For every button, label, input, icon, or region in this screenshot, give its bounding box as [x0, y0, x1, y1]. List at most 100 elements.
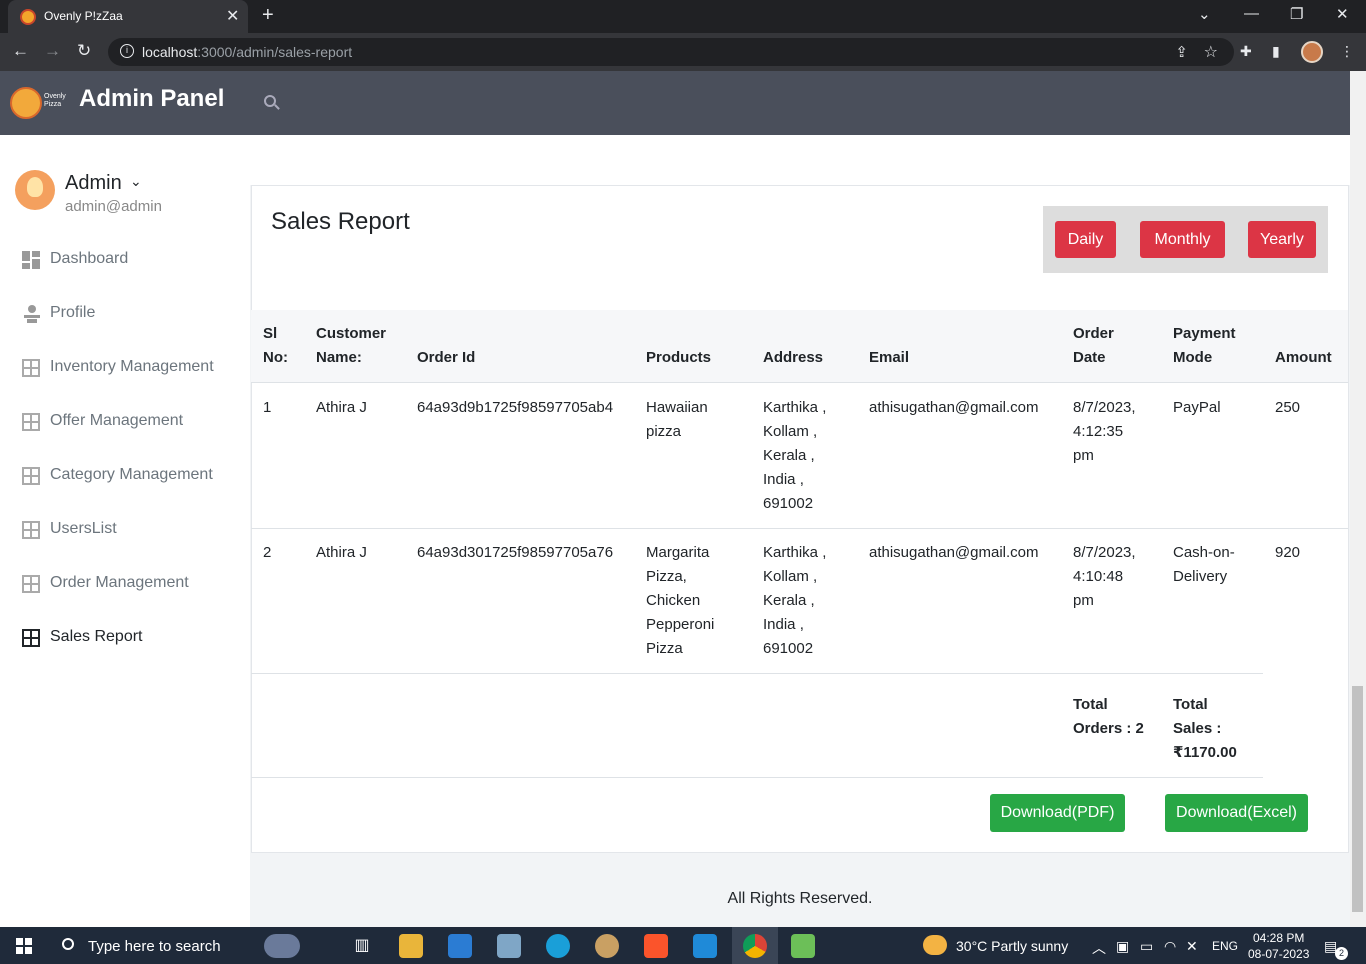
site-info-icon[interactable]: i — [120, 44, 134, 58]
mail-icon[interactable] — [448, 934, 472, 958]
col-products: Products — [646, 349, 712, 366]
col-sl: Sl No: — [263, 325, 288, 366]
windows-start-icon[interactable] — [16, 938, 32, 954]
sidebar-item-orders[interactable]: Order Management — [22, 571, 242, 599]
row2-products: Margarita Pizza, Chicken Pepperoni Pizza — [646, 544, 715, 657]
tray-app-icon[interactable]: ▣ — [1116, 938, 1129, 955]
chrome-menu-icon[interactable]: ⋮ — [1340, 43, 1354, 60]
taskbar-search-placeholder: Type here to search — [88, 938, 221, 955]
minimize-icon[interactable]: — — [1244, 5, 1259, 22]
wifi-icon[interactable]: ◠ — [1164, 938, 1176, 955]
footer-text: All Rights Reserved. — [727, 890, 873, 907]
vscode-icon[interactable] — [693, 934, 717, 958]
report-title: Sales Report — [271, 208, 410, 235]
gaming-widget-icon[interactable] — [264, 934, 300, 958]
row2-email: athisugathan@gmail.com — [869, 544, 1039, 561]
sidebar-item-category[interactable]: Category Management — [22, 463, 242, 491]
row2-order-id: 64a93d301725f98597705a76 — [417, 544, 614, 561]
new-tab-button[interactable]: + — [262, 4, 274, 27]
totals-divider — [251, 777, 1263, 778]
scrollbar-thumb[interactable] — [1352, 686, 1363, 912]
admin-name[interactable]: Admin — [65, 172, 122, 195]
taskbar-search[interactable]: Type here to search — [48, 927, 248, 964]
browser-tab[interactable]: Ovenly P!zZaa ✕ — [8, 0, 248, 33]
url-bar[interactable]: i localhost:3000/admin/sales-report ⇪ ☆ — [108, 38, 1234, 66]
grid-icon — [22, 467, 40, 485]
paint-icon[interactable] — [595, 934, 619, 958]
window-close-icon[interactable]: ✕ — [1336, 5, 1349, 23]
daily-button[interactable]: Daily — [1055, 221, 1116, 258]
download-pdf-button[interactable]: Download(PDF) — [990, 794, 1125, 832]
filter-button-group: Daily Monthly Yearly — [1043, 206, 1328, 273]
row2-sl: 2 — [263, 544, 272, 561]
row2-customer: Athira J — [316, 544, 367, 561]
tab-title: Ovenly P!zZaa — [44, 9, 123, 23]
sidebar-item-sales-report[interactable]: Sales Report — [22, 625, 242, 653]
sidebar-item-profile[interactable]: Profile — [22, 301, 242, 329]
row2-address: Karthika , Kollam , Kerala , India , 691002 — [763, 544, 827, 657]
file-explorer-icon[interactable] — [399, 934, 423, 958]
row1-address: Karthika , Kollam , Kerala , India , 691002 — [763, 399, 827, 512]
share-icon[interactable]: ⇪ — [1175, 43, 1188, 61]
reload-icon[interactable]: ↻ — [77, 41, 91, 61]
forward-icon[interactable]: → — [44, 41, 61, 61]
sidebar-item-label: Order Management — [50, 574, 189, 591]
git-icon[interactable] — [791, 934, 815, 958]
row1-email: athisugathan@gmail.com — [869, 399, 1039, 416]
weather-icon[interactable] — [923, 935, 947, 955]
row-divider — [251, 528, 1348, 529]
sidebar-item-inventory[interactable]: Inventory Management — [22, 355, 242, 383]
download-excel-button[interactable]: Download(Excel) — [1165, 794, 1308, 832]
grid-icon — [22, 521, 40, 539]
sidebar-item-offers[interactable]: Offer Management — [22, 409, 242, 437]
col-email: Email — [869, 349, 910, 366]
col-amount: Amount — [1275, 349, 1332, 366]
sidebar-item-label: Inventory Management — [50, 358, 214, 375]
total-orders: Total Orders : 2 — [1073, 696, 1144, 737]
brave-icon[interactable] — [644, 934, 668, 958]
tab-search-chevron-icon[interactable]: ⌄ — [1198, 5, 1211, 23]
col-customer: Customer Name: — [316, 325, 387, 366]
back-icon[interactable]: ← — [12, 41, 29, 61]
clock[interactable]: 04:28 PM 08-07-2023 — [1248, 930, 1309, 962]
grid-icon — [22, 359, 40, 377]
notepad-icon[interactable] — [497, 934, 521, 958]
row2-amount: 920 — [1275, 544, 1301, 561]
sidebar-item-label: Dashboard — [50, 250, 129, 267]
sidebar: Admin ⌄ admin@admin Dashboard Profile In… — [0, 135, 250, 927]
row1-date: 8/7/2023, 4:12:35 pm — [1073, 399, 1136, 464]
admin-avatar — [15, 170, 55, 210]
monthly-button[interactable]: Monthly — [1140, 221, 1225, 258]
edge-icon[interactable] — [546, 934, 570, 958]
battery-icon[interactable]: ▭ — [1140, 938, 1153, 955]
restore-icon[interactable]: ❐ — [1290, 5, 1303, 23]
bookmark-star-icon[interactable]: ☆ — [1204, 42, 1218, 62]
col-payment: Payment Mode — [1173, 325, 1236, 366]
row1-customer: Athira J — [316, 399, 367, 416]
dashboard-icon — [22, 251, 40, 269]
close-tab-icon[interactable]: ✕ — [226, 6, 239, 26]
yearly-button[interactable]: Yearly — [1248, 221, 1316, 258]
notification-badge: 2 — [1335, 947, 1348, 960]
pizza-favicon-icon — [20, 9, 36, 25]
language-indicator[interactable]: ENG — [1212, 939, 1238, 953]
weather-text[interactable]: 30°C Partly sunny — [956, 938, 1068, 954]
total-sales: Total Sales : ₹1170.00 — [1173, 696, 1237, 761]
chevron-down-icon[interactable]: ⌄ — [130, 173, 142, 190]
volume-muted-icon[interactable]: ✕ — [1186, 938, 1198, 955]
extensions-icon[interactable]: ✚ — [1240, 43, 1252, 60]
app-header: Ovenly Pizza Admin Panel — [0, 71, 1350, 135]
url-text: localhost:3000/admin/sales-report — [142, 44, 353, 60]
grid-icon — [22, 413, 40, 431]
side-panel-icon[interactable]: ▮ — [1272, 43, 1280, 60]
sidebar-item-users[interactable]: UsersList — [22, 517, 242, 545]
search-icon-handle — [274, 104, 280, 110]
sidebar-item-label: Offer Management — [50, 412, 184, 429]
sidebar-item-dashboard[interactable]: Dashboard — [22, 247, 242, 275]
profile-avatar-icon[interactable] — [1301, 41, 1323, 63]
sidebar-item-label: Category Management — [50, 466, 213, 483]
chrome-taskbar-active[interactable] — [732, 927, 778, 964]
tray-chevron-icon[interactable]: ︿ — [1092, 938, 1106, 958]
task-view-icon[interactable]: ▥ — [350, 934, 374, 958]
user-icon — [24, 305, 40, 323]
